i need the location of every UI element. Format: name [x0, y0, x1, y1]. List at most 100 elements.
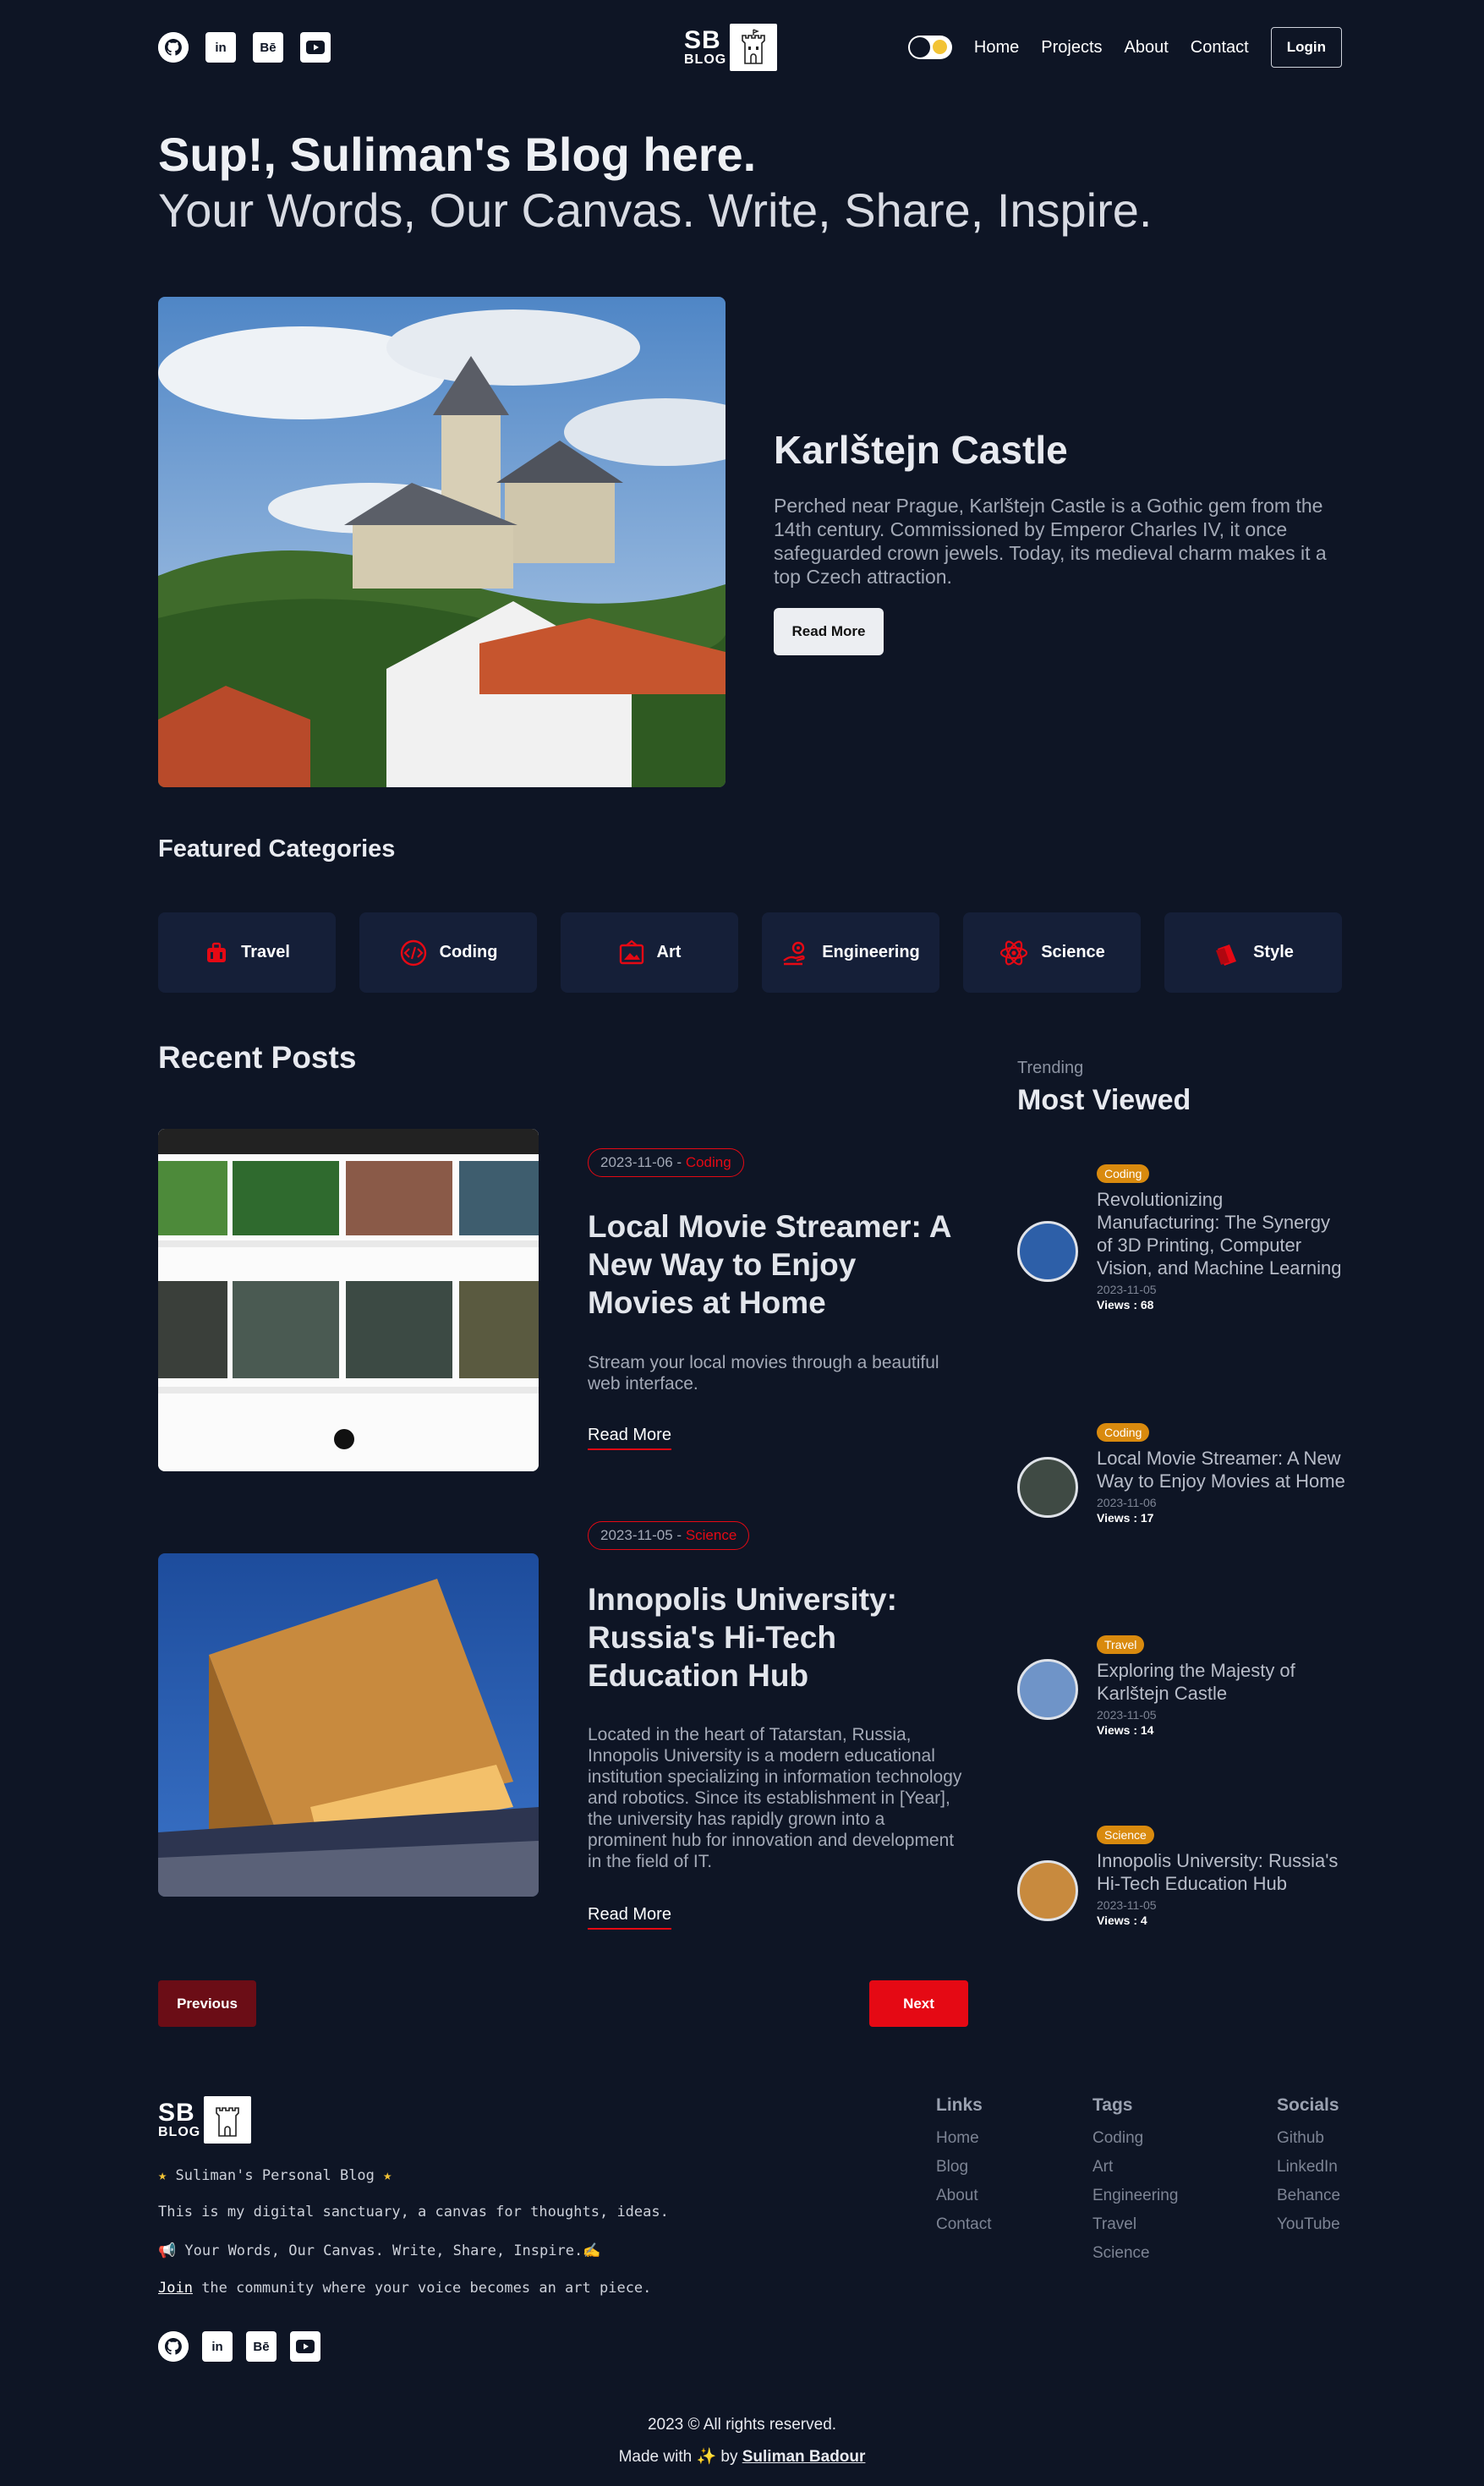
- most-viewed-thumbnail: [1017, 1659, 1078, 1720]
- nav-home[interactable]: Home: [974, 38, 1019, 57]
- login-button[interactable]: Login: [1270, 27, 1342, 68]
- most-viewed-title[interactable]: Local Movie Streamer: A New Way to Enjoy…: [1097, 1447, 1347, 1492]
- toggle-knob: [909, 37, 930, 57]
- behance-icon[interactable]: Bē: [253, 32, 283, 63]
- category-art[interactable]: Art: [561, 912, 738, 993]
- footer-social-linkedin[interactable]: LinkedIn: [1277, 2153, 1340, 2182]
- category-label: Style: [1253, 943, 1294, 961]
- footer-motto: 📢 Your Words, Our Canvas. Write, Share, …: [158, 2242, 601, 2259]
- featured-read-more-button[interactable]: Read More: [774, 608, 884, 655]
- theme-toggle[interactable]: [907, 36, 952, 59]
- logo-blog-text: BLOG: [684, 52, 727, 67]
- categories-row: Travel Coding Art Engineering Science St…: [158, 912, 1342, 993]
- linkedin-icon[interactable]: in: [202, 2331, 233, 2362]
- post-date-sep: -: [672, 1154, 686, 1170]
- featured-title[interactable]: Karlštejn Castle: [774, 427, 1068, 473]
- hand-gear-icon: [783, 941, 805, 965]
- site-logo[interactable]: SB BLOG: [684, 24, 778, 71]
- featured-image[interactable]: [158, 297, 726, 787]
- footer-column-title: Links: [936, 2095, 983, 2115]
- most-viewed-views: Views : 17: [1097, 1511, 1154, 1525]
- category-travel[interactable]: Travel: [158, 912, 336, 993]
- post-category[interactable]: Coding: [686, 1154, 731, 1171]
- logo-castle-icon: [730, 24, 778, 71]
- author-link[interactable]: Suliman Badour: [742, 2448, 866, 2466]
- footer-link-contact[interactable]: Contact: [936, 2210, 991, 2239]
- hero-subtitle: Your Words, Our Canvas. Write, Share, In…: [158, 183, 1153, 237]
- nav-about[interactable]: About: [1125, 38, 1169, 57]
- art-frame-icon: [619, 939, 643, 964]
- footer-link-home[interactable]: Home: [936, 2124, 991, 2153]
- most-viewed-heading: Most Viewed: [1017, 1084, 1191, 1116]
- footer-social-behance[interactable]: Behance: [1277, 2182, 1340, 2210]
- most-viewed-title[interactable]: Exploring the Majesty of Karlštejn Castl…: [1097, 1659, 1347, 1705]
- post-date-sep: -: [672, 1527, 686, 1543]
- main-nav: Home Projects About Contact Login: [907, 27, 1342, 68]
- star-icon: ★: [383, 2167, 392, 2184]
- footer-social-github[interactable]: Github: [1277, 2124, 1340, 2153]
- footer-about-text: This is my digital sanctuary, a canvas f…: [158, 2204, 669, 2220]
- footer-link-blog[interactable]: Blog: [936, 2153, 991, 2182]
- footer-tag-science[interactable]: Science: [1092, 2239, 1178, 2268]
- footer-tag-art[interactable]: Art: [1092, 2153, 1178, 2182]
- most-viewed-thumbnail: [1017, 1860, 1078, 1921]
- behance-icon[interactable]: Bē: [246, 2331, 277, 2362]
- most-viewed-date: 2023-11-05: [1097, 1708, 1157, 1722]
- logo-castle-icon: [204, 2096, 252, 2144]
- hero-title: Sup!, Suliman's Blog here.: [158, 128, 757, 181]
- most-viewed-date: 2023-11-06: [1097, 1496, 1157, 1509]
- post-description: Located in the heart of Tatarstan, Russi…: [588, 1725, 962, 1871]
- categories-heading: Featured Categories: [158, 835, 396, 862]
- most-viewed-title[interactable]: Revolutionizing Manufacturing: The Syner…: [1097, 1188, 1347, 1279]
- logo-sb-text: SB: [158, 2099, 195, 2127]
- post-title[interactable]: Innopolis University: Russia's Hi-Tech E…: [588, 1580, 968, 1695]
- category-label: Travel: [241, 943, 290, 961]
- footer-tag-coding[interactable]: Coding: [1092, 2124, 1178, 2153]
- footer-link-about[interactable]: About: [936, 2182, 991, 2210]
- category-science[interactable]: Science: [963, 912, 1141, 993]
- youtube-icon[interactable]: [300, 32, 331, 63]
- join-link[interactable]: Join: [158, 2280, 193, 2297]
- category-label: Art: [656, 943, 682, 961]
- footer-logo[interactable]: SB BLOG: [158, 2096, 252, 2144]
- category-style[interactable]: Style: [1164, 912, 1342, 993]
- code-icon: [400, 939, 426, 966]
- post-image-innopolis[interactable]: [158, 1553, 539, 1897]
- footer-links-column: Links Home Blog About Contact: [936, 2095, 991, 2239]
- footer-social-youtube[interactable]: YouTube: [1277, 2210, 1340, 2239]
- youtube-icon[interactable]: [290, 2331, 320, 2362]
- post-read-more-link[interactable]: Read More: [588, 1426, 671, 1450]
- logo-sb-text: SB: [684, 26, 721, 54]
- post-title[interactable]: Local Movie Streamer: A New Way to Enjoy…: [588, 1207, 968, 1322]
- footer-socials-column: Socials Github LinkedIn Behance YouTube: [1277, 2095, 1340, 2239]
- post-category[interactable]: Science: [686, 1527, 737, 1544]
- nav-projects[interactable]: Projects: [1041, 38, 1102, 57]
- nav-contact[interactable]: Contact: [1191, 38, 1249, 57]
- most-viewed-views: Views : 68: [1097, 1298, 1154, 1311]
- previous-button[interactable]: Previous: [158, 1980, 256, 2027]
- category-badge: Coding: [1097, 1423, 1150, 1442]
- shopping-bag-icon: [1216, 944, 1237, 966]
- linkedin-icon[interactable]: in: [205, 32, 236, 63]
- atom-icon: [1000, 940, 1028, 965]
- post-image-movie-streamer[interactable]: [158, 1129, 539, 1471]
- footer-join-text: Join the community where your voice beco…: [158, 2280, 651, 2297]
- github-icon[interactable]: [158, 32, 189, 63]
- next-button[interactable]: Next: [869, 1980, 968, 2027]
- most-viewed-date: 2023-11-05: [1097, 1283, 1157, 1296]
- post-read-more-link[interactable]: Read More: [588, 1905, 671, 1930]
- footer-tag-engineering[interactable]: Engineering: [1092, 2182, 1178, 2210]
- post-description: Stream your local movies through a beaut…: [588, 1353, 939, 1394]
- github-icon[interactable]: [158, 2331, 189, 2362]
- most-viewed-views: Views : 4: [1097, 1914, 1147, 1927]
- category-coding[interactable]: Coding: [359, 912, 537, 993]
- recent-posts-heading: Recent Posts: [158, 1040, 357, 1075]
- category-badge: Travel: [1097, 1635, 1145, 1654]
- featured-description: Perched near Prague, Karlštejn Castle is…: [774, 495, 1327, 588]
- most-viewed-title[interactable]: Innopolis University: Russia's Hi-Tech E…: [1097, 1849, 1347, 1895]
- category-engineering[interactable]: Engineering: [762, 912, 939, 993]
- copyright: 2023 © All rights reserved.: [647, 2416, 837, 2434]
- footer-tag-travel[interactable]: Travel: [1092, 2210, 1178, 2239]
- footer-socials: in Bē: [158, 2331, 320, 2362]
- most-viewed-date: 2023-11-05: [1097, 1898, 1157, 1912]
